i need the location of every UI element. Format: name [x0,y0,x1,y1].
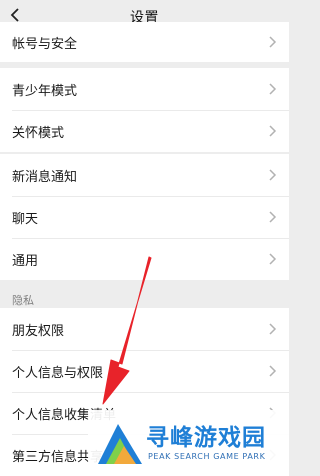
chevron-right-icon [269,323,277,335]
chevron-right-icon [269,253,277,265]
settings-item-label: 聊天 [12,211,39,227]
back-arrow-icon [10,8,19,22]
settings-item-label: 帐号与安全 [12,36,78,52]
settings-item-friend-permissions[interactable]: 朋友权限 [0,308,289,350]
watermark-subtitle: PEAK SEARCH GAME PARK [148,452,266,461]
account-group: 帐号与安全 [0,22,289,62]
chevron-right-icon [269,365,277,377]
settings-item-teen-mode[interactable]: 青少年模式 [0,68,289,110]
watermark-title: 寻峰游戏园 [146,425,266,451]
chevron-right-icon [269,211,277,223]
settings-item-notifications[interactable]: 新消息通知 [0,154,289,196]
settings-item-label: 青少年模式 [12,83,78,99]
chevron-right-icon [269,36,277,48]
privacy-section-label: 隐私 [12,294,34,307]
settings-item-label: 个人信息与权限 [12,365,104,381]
chevron-right-icon [269,125,277,137]
settings-item-account-security[interactable]: 帐号与安全 [0,22,289,62]
settings-item-label: 新消息通知 [12,169,78,185]
modes-group: 青少年模式 关怀模式 [0,68,289,152]
settings-item-personal-info-permissions[interactable]: 个人信息与权限 [0,350,289,392]
settings-item-general[interactable]: 通用 [0,238,289,280]
settings-item-label: 关怀模式 [12,125,65,141]
general-group: 新消息通知 聊天 通用 [0,154,289,280]
watermark: 寻峰游戏园 PEAK SEARCH GAME PARK [88,410,289,474]
settings-item-label: 朋友权限 [12,323,65,339]
chevron-right-icon [269,169,277,181]
settings-item-care-mode[interactable]: 关怀模式 [0,110,289,152]
peak-logo-icon [98,424,142,464]
settings-item-chat[interactable]: 聊天 [0,196,289,238]
chevron-right-icon [269,83,277,95]
settings-item-label: 通用 [12,253,39,269]
